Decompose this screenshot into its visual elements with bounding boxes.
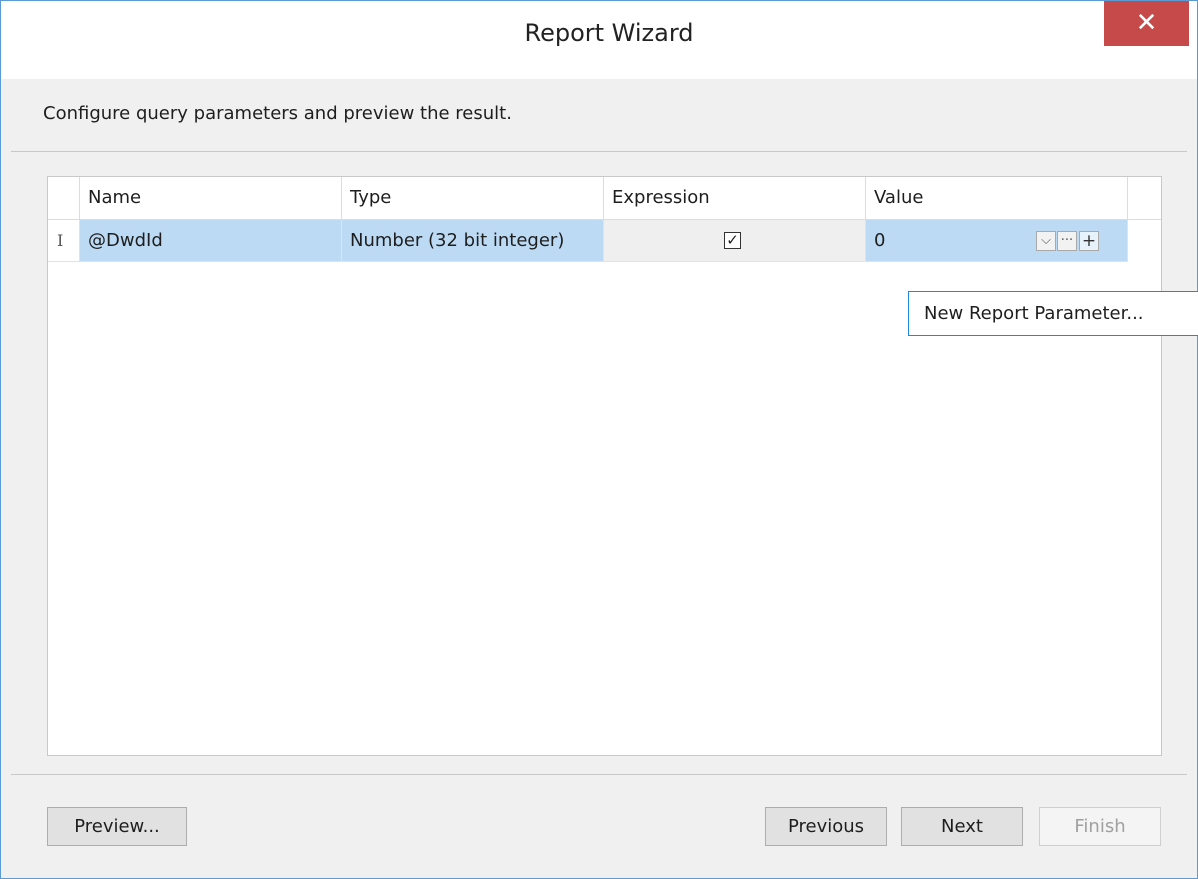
window-title: Report Wizard [524, 19, 694, 47]
value-dropdown-button[interactable]: ⌵ [1036, 231, 1056, 251]
column-header-name[interactable]: Name [80, 177, 342, 220]
row-indicator[interactable]: I [48, 220, 80, 262]
ellipsis-icon: ··· [1060, 233, 1074, 248]
plus-icon: + [1081, 231, 1097, 251]
value-ellipsis-button[interactable]: ··· [1057, 231, 1077, 251]
parameters-grid[interactable]: Name Type Expression Value I @DwdId Numb… [47, 176, 1162, 756]
previous-button[interactable]: Previous [765, 807, 887, 846]
chevron-down-icon: ⌵ [1041, 233, 1051, 248]
new-report-parameter-button[interactable]: + [1079, 231, 1099, 251]
column-header-filler [1128, 177, 1161, 220]
close-icon: ✕ [1135, 8, 1158, 38]
preview-button[interactable]: Preview... [47, 807, 187, 846]
header-divider [11, 151, 1187, 152]
close-button[interactable]: ✕ [1104, 1, 1189, 46]
wizard-description: Configure query parameters and preview t… [43, 103, 512, 124]
footer-divider [11, 774, 1187, 775]
column-header-value[interactable]: Value [866, 177, 1128, 220]
row-header-corner [48, 177, 80, 220]
expression-checkbox[interactable]: ✓ [724, 232, 741, 249]
column-header-expression[interactable]: Expression [604, 177, 866, 220]
next-button[interactable]: Next [901, 807, 1023, 846]
new-report-parameter-tooltip: New Report Parameter... [908, 291, 1198, 336]
column-header-type[interactable]: Type [342, 177, 604, 220]
cell-name[interactable]: @DwdId [80, 220, 342, 262]
finish-button[interactable]: Finish [1039, 807, 1161, 846]
title-bar: Report Wizard ✕ [1, 1, 1197, 79]
cell-type[interactable]: Number (32 bit integer) [342, 220, 604, 262]
report-wizard-window: Report Wizard ✕ Configure query paramete… [0, 0, 1198, 879]
